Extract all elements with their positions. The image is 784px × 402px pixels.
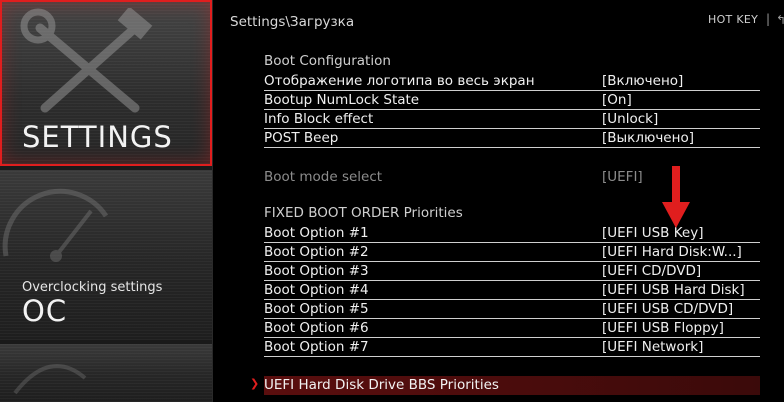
boot-option-name: Boot Option #3: [264, 263, 369, 279]
boot-option-row-3[interactable]: Boot Option #3 [UEFI CD/DVD]: [264, 262, 760, 281]
setting-value: [Включено]: [602, 73, 684, 89]
bbs-priorities-label: UEFI Hard Disk Drive BBS Priorities: [264, 377, 499, 393]
back-icon[interactable]: ↰: [776, 13, 784, 27]
boot-option-name: Boot Option #2: [264, 244, 369, 260]
down-arrow-icon: [662, 166, 690, 228]
section-boot-configuration: Boot Configuration: [264, 53, 391, 69]
boot-option-value: [UEFI CD/DVD]: [602, 263, 702, 279]
setting-name: Info Block effect: [264, 111, 374, 127]
menu-tile-third[interactable]: [0, 344, 212, 402]
bbs-priorities-item[interactable]: UEFI Hard Disk Drive BBS Priorities: [264, 376, 760, 395]
boot-option-row-7[interactable]: Boot Option #7 [UEFI Network]: [264, 338, 760, 357]
menu-tile-oc[interactable]: Overclocking settings OC: [0, 170, 212, 340]
decorative-icon: [13, 364, 87, 395]
left-menu: SETTINGS Overclocking settings OC: [0, 0, 212, 402]
oc-label: OC: [22, 294, 68, 328]
header-separator: |: [766, 12, 771, 26]
boot-option-name: Boot Option #5: [264, 301, 369, 317]
oc-subtitle: Overclocking settings: [22, 280, 163, 295]
breadcrumb: Settings\Загрузка: [230, 14, 355, 30]
boot-option-value: [UEFI USB Hard Disk]: [602, 282, 745, 298]
hotkey-button[interactable]: HOT KEY: [708, 13, 758, 26]
setting-value: [UEFI]: [602, 169, 643, 185]
setting-name: Boot mode select: [264, 169, 383, 185]
boot-option-row-5[interactable]: Boot Option #5 [UEFI USB CD/DVD]: [264, 300, 760, 319]
setting-name: Отображение логотипа во весь экран: [264, 73, 535, 89]
setting-value: [Выключено]: [602, 130, 694, 146]
setting-value: [Unlock]: [602, 111, 659, 127]
boot-option-name: Boot Option #7: [264, 339, 369, 355]
chevron-right-icon: ❯: [250, 377, 260, 390]
setting-row-fullscreen-logo[interactable]: Отображение логотипа во весь экран [Вклю…: [264, 72, 760, 91]
boot-option-row-2[interactable]: Boot Option #2 [UEFI Hard Disk:W...]: [264, 243, 760, 262]
boot-option-value: [UEFI USB CD/DVD]: [602, 301, 734, 317]
settings-label: SETTINGS: [22, 120, 173, 154]
section-fixed-boot-order: FIXED BOOT ORDER Priorities: [264, 205, 463, 221]
boot-option-row-6[interactable]: Boot Option #6 [UEFI USB Floppy]: [264, 319, 760, 338]
boot-option-name: Boot Option #1: [264, 225, 369, 241]
boot-option-value: [UEFI Hard Disk:W...]: [602, 244, 742, 260]
setting-row-post-beep[interactable]: POST Beep [Выключено]: [264, 129, 760, 148]
panel-divider: [212, 0, 213, 402]
boot-option-name: Boot Option #6: [264, 320, 369, 336]
setting-row-info-block[interactable]: Info Block effect [Unlock]: [264, 110, 760, 129]
setting-name: Bootup NumLock State: [264, 92, 420, 108]
setting-row-numlock[interactable]: Bootup NumLock State [On]: [264, 91, 760, 110]
boot-option-value: [UEFI Network]: [602, 339, 704, 355]
boot-option-value: [UEFI USB Floppy]: [602, 320, 724, 336]
boot-option-name: Boot Option #4: [264, 282, 369, 298]
boot-option-row-4[interactable]: Boot Option #4 [UEFI USB Hard Disk]: [264, 281, 760, 300]
setting-name: POST Beep: [264, 130, 339, 146]
gauge-icon: [2, 188, 109, 262]
setting-value: [On]: [602, 92, 632, 108]
tools-icon: [20, 8, 153, 113]
menu-tile-settings[interactable]: SETTINGS: [0, 0, 212, 166]
